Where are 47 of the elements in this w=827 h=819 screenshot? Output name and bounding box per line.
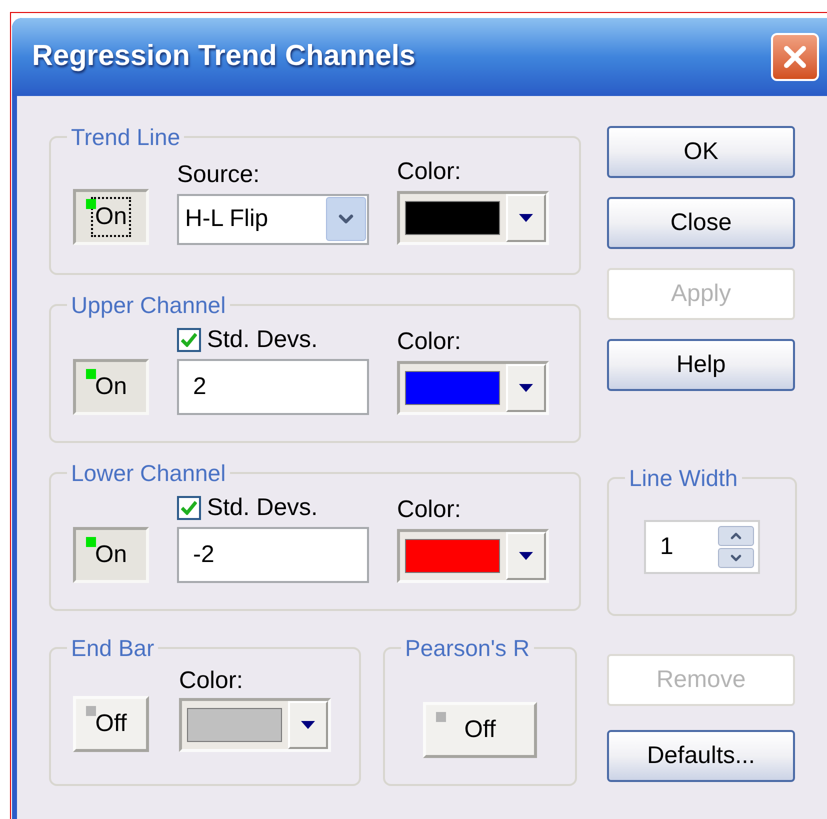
color-picker[interactable] [397, 190, 549, 244]
indicator-icon [86, 198, 96, 208]
toggle-button[interactable]: Off [423, 702, 537, 758]
window-title: Regression Trend Channels [32, 39, 417, 74]
indicator-icon [436, 712, 446, 722]
std-devs-field[interactable]: 2 [177, 358, 369, 414]
caret-icon [301, 720, 315, 728]
checkbox[interactable] [177, 496, 201, 520]
field-label: Color: [397, 156, 462, 186]
group-title: Pearson's R [404, 634, 531, 663]
color-picker[interactable] [179, 698, 331, 752]
spin-up-button[interactable] [718, 526, 754, 546]
dialog-button[interactable]: Defaults... [607, 730, 795, 782]
check-icon [181, 500, 197, 514]
checkbox[interactable] [177, 328, 201, 352]
field-label: Color: [397, 494, 462, 524]
toggle-button[interactable]: On [73, 358, 149, 414]
check-icon [181, 332, 197, 346]
group-title: Lower Channel [70, 459, 227, 488]
indicator-icon [86, 706, 96, 716]
caret-icon [519, 214, 533, 222]
std-devs-field[interactable]: -2 [177, 526, 369, 582]
toggle-button[interactable]: Off [73, 696, 149, 752]
dialog-button[interactable]: OK [607, 126, 795, 178]
field-label: Std. Devs. [207, 492, 318, 522]
line-width-spinner[interactable]: 1 [644, 520, 760, 574]
group-title: End Bar [70, 634, 156, 663]
group-title: Line Width [628, 464, 739, 493]
dialog-button[interactable]: Help [607, 339, 795, 391]
indicator-icon [86, 368, 96, 378]
toggle-button[interactable]: On [73, 188, 149, 244]
color-picker[interactable] [397, 360, 549, 414]
source-dropdown[interactable]: H-L Flip [177, 194, 369, 244]
caret-icon [519, 552, 533, 560]
close-button[interactable] [771, 33, 819, 81]
color-picker[interactable] [397, 528, 549, 582]
group-title: Upper Channel [70, 291, 227, 320]
spin-down-button[interactable] [718, 548, 754, 568]
dialog-button[interactable]: Close [607, 197, 795, 249]
indicator-icon [86, 536, 96, 546]
caret-icon [519, 384, 533, 392]
field-label: Source: [177, 160, 261, 190]
group-title: Trend Line [70, 123, 182, 152]
field-label: Std. Devs. [207, 324, 318, 354]
field-label: Color: [179, 666, 244, 696]
field-label: Color: [397, 326, 462, 356]
toggle-button[interactable]: On [73, 526, 149, 582]
